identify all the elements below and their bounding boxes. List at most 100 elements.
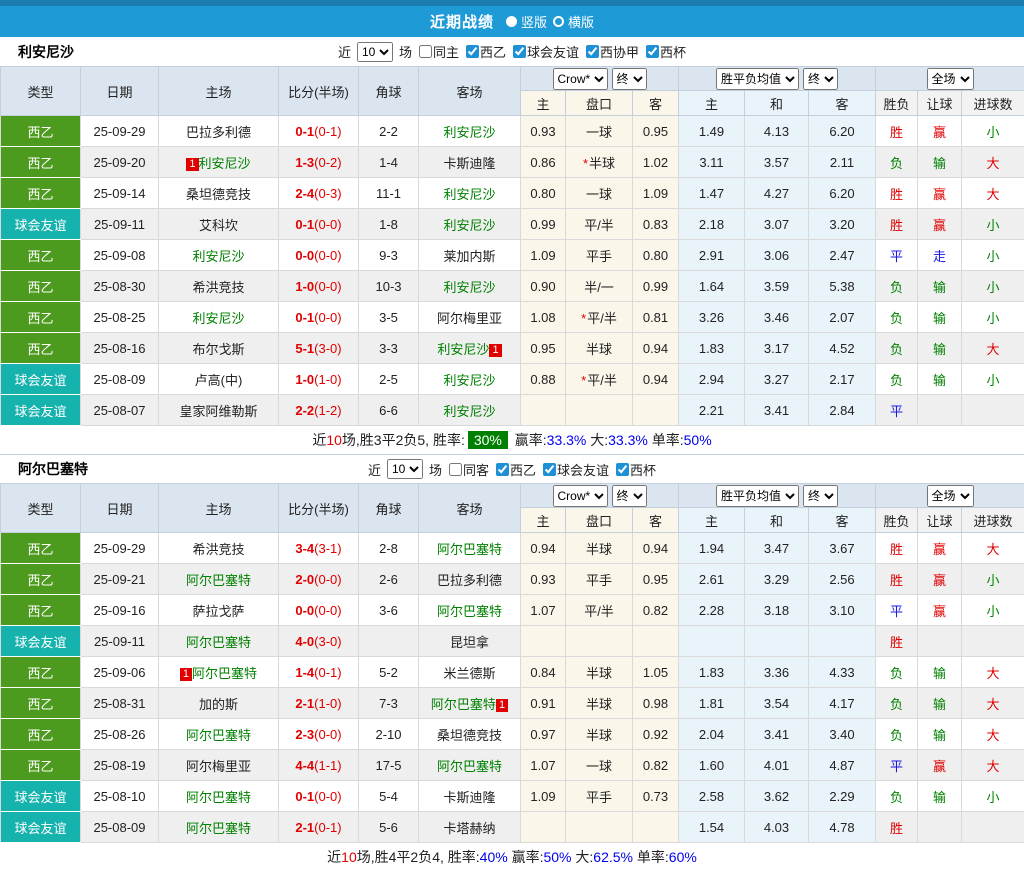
goals-result-cell: 大 — [962, 719, 1024, 750]
fulltime-select[interactable]: 全场 — [927, 485, 974, 507]
avg-away-cell: 4.33 — [809, 657, 876, 688]
opponent-team-cell: 卡塔赫纳 — [419, 812, 521, 843]
odds-stage-select[interactable]: 终 — [612, 68, 647, 90]
avg-away-cell: 3.67 — [809, 533, 876, 564]
score-cell: 0-0(0-0) — [279, 595, 359, 626]
avg-select[interactable]: 胜平负均值 — [716, 485, 799, 507]
sub-avg-draw: 和 — [745, 508, 809, 533]
match-date-cell: 25-08-31 — [81, 688, 159, 719]
opponent-team-cell: 萨拉戈萨 — [159, 595, 279, 626]
league-filter[interactable]: 西杯 — [646, 42, 686, 61]
match-row: 球会友谊25-09-11艾科坎0-1(0-0)1-8利安尼沙0.99平/半0.8… — [1, 209, 1024, 240]
league-filter-checkbox[interactable] — [466, 45, 479, 58]
match-row: 球会友谊25-08-07皇家阿维勒斯2-2(1-2)6-6利安尼沙2.213.4… — [1, 395, 1024, 426]
away-odds-cell: 0.94 — [633, 533, 679, 564]
same-venue-filter-checkbox[interactable] — [419, 45, 432, 58]
match-row: 西乙25-09-14桑坦德竞技2-4(0-3)11-1利安尼沙0.80一球1.0… — [1, 178, 1024, 209]
fulltime-score: 0-1 — [295, 789, 314, 804]
handicap-result-cell: 输 — [918, 688, 962, 719]
sub-away-odds: 客 — [633, 91, 679, 116]
team-label: 莱加内斯 — [443, 249, 495, 264]
score-cell: 2-1(1-0) — [279, 688, 359, 719]
same-venue-filter[interactable]: 同客 — [449, 460, 489, 479]
fulltime-select[interactable]: 全场 — [927, 68, 974, 90]
handicap-result-cell: 赢 — [918, 178, 962, 209]
layout-radio-selected[interactable]: 竖版 — [506, 12, 547, 31]
filter-row: 利安尼沙 近10场同主西乙球会友谊西协甲西杯 — [0, 37, 1024, 66]
league-filter[interactable]: 西杯 — [616, 460, 656, 479]
league-filter[interactable]: 西乙 — [496, 460, 536, 479]
match-row: 球会友谊25-08-10阿尔巴塞特0-1(0-0)5-4卡斯迪隆1.09平手0.… — [1, 781, 1024, 812]
match-type-cell: 西乙 — [1, 750, 81, 781]
league-filter-checkbox[interactable] — [586, 45, 599, 58]
avg-draw-cell: 3.41 — [745, 719, 809, 750]
match-type-cell: 球会友谊 — [1, 395, 81, 426]
team-label: 阿尔巴塞特 — [437, 759, 502, 774]
avg-away-cell: 5.38 — [809, 271, 876, 302]
home-odds-cell: 0.88 — [521, 364, 566, 395]
col-away: 客场 — [419, 67, 521, 116]
opponent-team-cell: 莱加内斯 — [419, 240, 521, 271]
focus-team-cell: 1阿尔巴塞特 — [159, 657, 279, 688]
halftime-score: (0-0) — [314, 789, 341, 804]
league-filter-checkbox[interactable] — [646, 45, 659, 58]
home-odds-cell: 1.09 — [521, 240, 566, 271]
odds-source-select[interactable]: Crow* — [553, 485, 608, 507]
avg-stage-select[interactable]: 终 — [803, 68, 838, 90]
odds-stage-select[interactable]: 终 — [612, 485, 647, 507]
odds-source-select[interactable]: Crow* — [553, 68, 608, 90]
handicap-cell — [566, 395, 633, 426]
avg-away-cell: 4.52 — [809, 333, 876, 364]
league-filter-checkbox[interactable] — [496, 463, 509, 476]
avg-away-cell — [809, 626, 876, 657]
home-odds-cell — [521, 626, 566, 657]
result-cell: 负 — [876, 302, 918, 333]
match-row: 西乙25-08-19阿尔梅里亚4-4(1-1)17-5阿尔巴塞特1.07一球0.… — [1, 750, 1024, 781]
sub-result: 胜负 — [876, 91, 918, 116]
avg-draw-cell: 3.41 — [745, 395, 809, 426]
match-type-cell: 西乙 — [1, 595, 81, 626]
league-filter-checkbox[interactable] — [513, 45, 526, 58]
league-filter[interactable]: 西乙 — [466, 42, 506, 61]
avg-select[interactable]: 胜平负均值 — [716, 68, 799, 90]
league-filter[interactable]: 球会友谊 — [513, 42, 579, 61]
summary-stat-label: 单率: — [633, 847, 669, 867]
handicap-result-cell: 输 — [918, 271, 962, 302]
corner-cell: 5-4 — [359, 781, 419, 812]
avg-home-cell: 3.11 — [679, 147, 745, 178]
team-label: 阿尔梅里亚 — [437, 311, 502, 326]
league-filter-checkbox[interactable] — [543, 463, 556, 476]
opponent-team-cell: 桑坦德竞技 — [419, 719, 521, 750]
layout-radio-option[interactable]: 横版 — [553, 12, 594, 31]
corner-cell: 11-1 — [359, 178, 419, 209]
avg-away-cell: 6.20 — [809, 178, 876, 209]
league-filter[interactable]: 西协甲 — [586, 42, 639, 61]
avg-home-cell: 1.94 — [679, 533, 745, 564]
handicap-result-cell — [918, 812, 962, 843]
same-venue-filter[interactable]: 同主 — [419, 42, 459, 61]
score-cell: 0-1(0-0) — [279, 781, 359, 812]
halftime-score: (1-2) — [314, 403, 341, 418]
league-filter-checkbox[interactable] — [616, 463, 629, 476]
avg-stage-select[interactable]: 终 — [803, 485, 838, 507]
league-filter-label: 西杯 — [630, 460, 656, 479]
handicap-cell: 半球 — [566, 719, 633, 750]
handicap-result-cell: 输 — [918, 302, 962, 333]
league-filter[interactable]: 球会友谊 — [543, 460, 609, 479]
home-odds-cell: 0.95 — [521, 333, 566, 364]
recent-count-select[interactable]: 10 — [387, 459, 423, 479]
avg-draw-cell: 3.27 — [745, 364, 809, 395]
fulltime-score: 1-3 — [295, 155, 314, 170]
summary-stat-value: 50% — [543, 849, 571, 865]
corner-cell: 5-2 — [359, 657, 419, 688]
opponent-team-cell: 卢高(中) — [159, 364, 279, 395]
handicap-star: * — [583, 156, 588, 171]
halftime-score: (0-1) — [314, 124, 341, 139]
recent-count-select[interactable]: 10 — [357, 42, 393, 62]
goals-result-cell: 大 — [962, 657, 1024, 688]
same-venue-filter-checkbox[interactable] — [449, 463, 462, 476]
sub-avg-home: 主 — [679, 91, 745, 116]
fulltime-score: 2-1 — [295, 696, 314, 711]
summary-stat-label: 赢率: — [508, 847, 544, 867]
goals-result-cell: 小 — [962, 209, 1024, 240]
